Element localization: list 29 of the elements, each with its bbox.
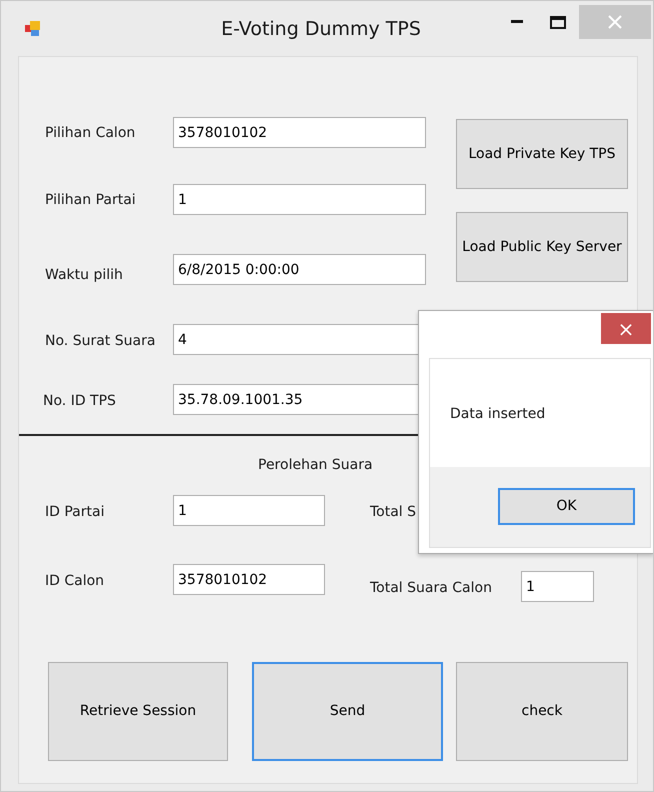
load-key-button[interactable]: Load Public Key Server	[456, 212, 628, 282]
field-label: Total Suara Calon	[370, 579, 492, 598]
load-key-button[interactable]: Load Private Key TPS	[456, 119, 628, 189]
field-label: Pilihan Partai	[45, 191, 136, 210]
text-field[interactable]: 1	[173, 495, 325, 526]
text-field[interactable]: 3578010102	[173, 117, 426, 148]
window-title: E-Voting Dummy TPS	[220, 17, 422, 42]
maximize-icon	[550, 16, 566, 28]
field-label: Total S	[370, 503, 416, 522]
field-label: ID Calon	[45, 572, 104, 591]
dialog-close-button[interactable]: ×	[601, 313, 651, 344]
text-field[interactable]: 1	[173, 184, 426, 215]
field-label: ID Partai	[45, 503, 104, 522]
minimize-icon	[511, 20, 523, 24]
field-label: No. Surat Suara	[45, 332, 156, 351]
dialog-message: Data inserted	[450, 405, 546, 424]
action-button[interactable]: Retrieve Session	[48, 662, 228, 761]
section-title: Perolehan Suara	[258, 456, 373, 475]
text-field[interactable]: 1	[521, 571, 594, 602]
action-button[interactable]: Send	[252, 662, 443, 761]
app-icon	[25, 21, 41, 37]
text-field[interactable]: 6/8/2015 0:00:00	[173, 254, 426, 285]
close-icon	[608, 15, 622, 29]
field-label: No. ID TPS	[43, 392, 116, 411]
action-button[interactable]: check	[456, 662, 628, 761]
text-field[interactable]: 3578010102	[173, 564, 325, 595]
ok-button[interactable]: OK	[498, 488, 635, 525]
field-label: Pilihan Calon	[45, 124, 136, 143]
field-label: Waktu pilih	[45, 266, 123, 285]
